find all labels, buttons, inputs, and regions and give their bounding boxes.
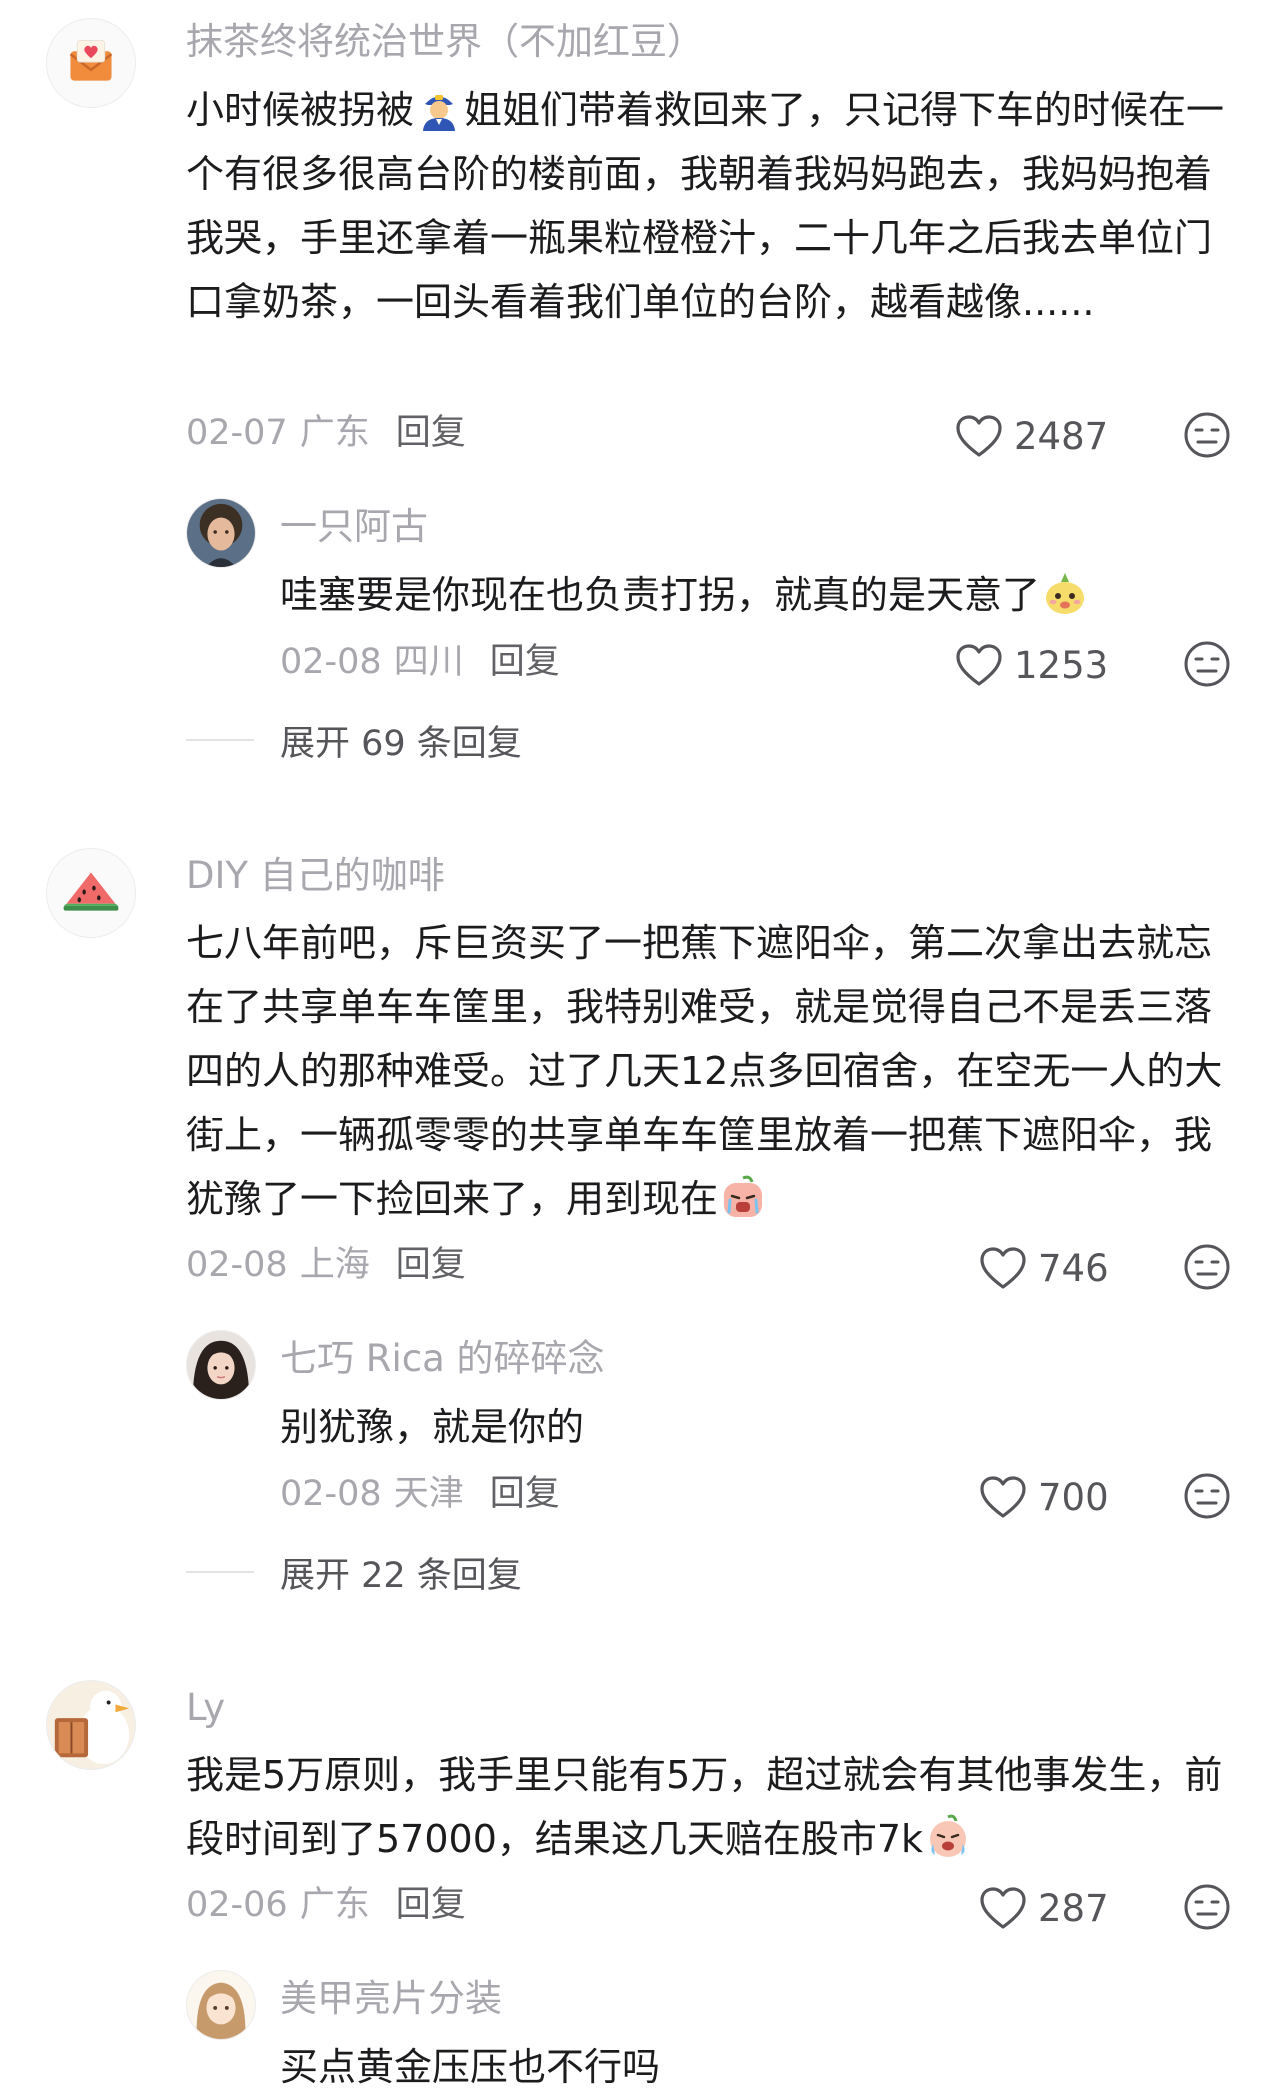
like-count: 1253 [1014, 643, 1109, 687]
heart-icon [980, 1887, 1026, 1929]
like-button[interactable]: 2487 [954, 412, 1108, 460]
reply-text-part: 哇塞要是你现在也负责打拐，就真的是天意了 [280, 573, 1041, 617]
dislike-button[interactable] [1182, 639, 1232, 689]
reply-button[interactable]: 回复 [490, 642, 560, 682]
username[interactable]: Ly [186, 1686, 225, 1730]
reply-location: 天津 [393, 1474, 464, 1514]
comment-text: 我是5万原则，我手里只能有5万，超过就会有其他事发生，前段时间到了57000，结… [186, 1743, 1236, 1871]
comment-text: 小时候被拐被 姐姐们带着救回来了，只记得下车的时候在一个有很多很高台阶的楼前面，我… [186, 78, 1236, 334]
comment-meta: 02-07 广东 回复 [186, 411, 466, 455]
comment-text-part: 小时候被拐被 [186, 88, 415, 132]
expand-replies-label: 展开 69 条回复 [280, 723, 522, 764]
like-count: 700 [1038, 1475, 1109, 1519]
like-count: 287 [1038, 1886, 1109, 1930]
reply-text-part: 别犹豫，就是你的 [280, 1405, 585, 1449]
dislike-button[interactable] [1182, 410, 1232, 460]
watermelon-icon [47, 849, 135, 937]
cute-onion-emoji [1042, 570, 1088, 616]
neutral-face-icon [1184, 641, 1230, 687]
user-avatar[interactable] [46, 848, 136, 938]
dislike-button[interactable] [1182, 1242, 1232, 1292]
reply-location: 四川 [393, 642, 464, 682]
reply-text: 别犹豫，就是你的 [280, 1395, 1230, 1459]
reply-date: 02-08 [280, 642, 382, 682]
user-avatar[interactable] [46, 1680, 136, 1770]
dislike-button[interactable] [1182, 1471, 1232, 1521]
expand-replies-label: 展开 22 条回复 [280, 1555, 522, 1596]
reply-button[interactable]: 回复 [490, 1474, 560, 1514]
reply-avatar[interactable] [186, 1330, 256, 1400]
reply-avatar[interactable] [186, 1970, 256, 2040]
reply-username[interactable]: 七巧 Rica 的碎碎念 [280, 1337, 605, 1381]
crying-peach-emoji [720, 1174, 766, 1220]
comment-text-part: 七八年前吧，斥巨资买了一把蕉下遮阳伞，第二次拿出去就忘在了共享单车车筐里，我特别… [186, 921, 1223, 1221]
comment-location: 上海 [299, 1245, 370, 1285]
heart-icon [956, 415, 1002, 457]
neutral-face-icon [1184, 412, 1230, 458]
young-man-photo-avatar [187, 499, 255, 567]
expand-divider [186, 739, 254, 741]
comment-date: 02-06 [186, 1885, 288, 1925]
comment-meta: 02-08 上海 回复 [186, 1243, 466, 1287]
dislike-button[interactable] [1182, 1882, 1232, 1932]
comment-date: 02-08 [186, 1245, 288, 1285]
comment-text: 七八年前吧，斥巨资买了一把蕉下遮阳伞，第二次拿出去就忘在了共享单车车筐里，我特别… [186, 911, 1236, 1231]
heart-icon [980, 1247, 1026, 1289]
duck-reading-avatar [47, 1681, 135, 1769]
expand-replies-button[interactable]: 展开 22 条回复 [186, 1550, 522, 1596]
reply-username[interactable]: 美甲亮片分装 [280, 1977, 502, 2021]
comment-location: 广东 [299, 413, 370, 453]
anime-girl-avatar [187, 1971, 255, 2039]
expand-divider [186, 1571, 254, 1573]
reply-button[interactable]: 回复 [396, 1885, 466, 1925]
heart-icon [980, 1476, 1026, 1518]
reply-username[interactable]: 一只阿古 [280, 505, 428, 549]
police-officer-emoji [416, 85, 462, 131]
comment-meta: 02-06 广东 回复 [186, 1883, 466, 1927]
neutral-face-icon [1184, 1244, 1230, 1290]
reply-date: 02-08 [280, 1474, 382, 1514]
reply-text: 哇塞要是你现在也负责打拐，就真的是天意了 [280, 563, 1230, 627]
expand-replies-button[interactable]: 展开 69 条回复 [186, 718, 522, 764]
username[interactable]: 抹茶终将统治世界（不加红豆） [186, 20, 704, 64]
reply-button[interactable]: 回复 [396, 1245, 466, 1285]
reply-meta: 02-08 天津 回复 [280, 1472, 560, 1516]
neutral-face-icon [1184, 1884, 1230, 1930]
crying-face-emoji [925, 1814, 971, 1860]
reply-avatar[interactable] [186, 498, 256, 568]
comment-text-part: 我是5万原则，我手里只能有5万，超过就会有其他事发生，前段时间到了57000，结… [186, 1753, 1223, 1861]
girl-photo-avatar [187, 1331, 255, 1399]
like-button[interactable]: 287 [978, 1884, 1109, 1932]
neutral-face-icon [1184, 1473, 1230, 1519]
reply-text-part: 买点黄金压压也不行吗 [280, 2045, 661, 2089]
username[interactable]: DIY 自己的咖啡 [186, 854, 445, 898]
envelope-heart-icon [47, 19, 135, 107]
comment-location: 广东 [299, 1885, 370, 1925]
comment-date: 02-07 [186, 413, 288, 453]
reply-button[interactable]: 回复 [396, 413, 466, 453]
like-button[interactable]: 1253 [954, 641, 1108, 689]
reply-text: 买点黄金压压也不行吗 [280, 2035, 1230, 2099]
like-count: 746 [1038, 1246, 1109, 1290]
like-count: 2487 [1014, 414, 1109, 458]
reply-meta: 02-08 四川 回复 [280, 640, 560, 684]
like-button[interactable]: 746 [978, 1244, 1109, 1292]
like-button[interactable]: 700 [978, 1473, 1109, 1521]
comment-feed: 抹茶终将统治世界（不加红豆） 小时候被拐被 姐姐们带着救回来了，只记得下车的时候在… [0, 0, 1280, 2089]
heart-icon [956, 644, 1002, 686]
user-avatar[interactable] [46, 18, 136, 108]
